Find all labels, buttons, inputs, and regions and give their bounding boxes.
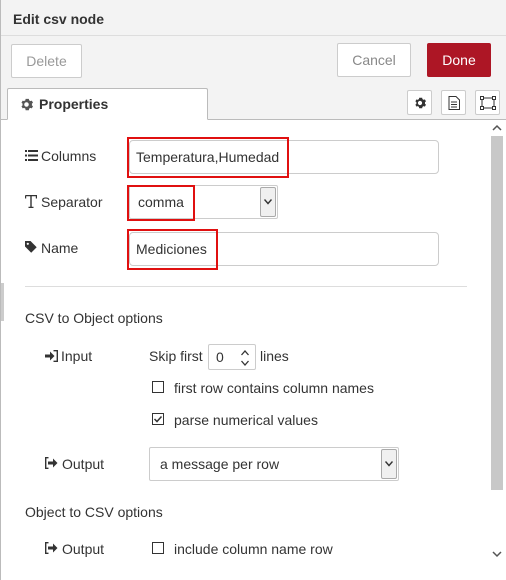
tab-properties[interactable]: Properties [7,88,208,120]
first-row-label: first row contains column names [174,380,374,396]
scrollbar[interactable] [489,120,503,565]
name-input[interactable]: Mediciones [129,232,439,266]
sign-out-icon [45,542,58,554]
output-value: a message per row [160,456,280,472]
sign-out-icon [45,457,58,469]
tab-properties-label: Properties [39,96,109,112]
tab-settings[interactable] [407,90,432,115]
separator-label: Separator [41,194,103,210]
scrollbar-thumb[interactable] [491,136,503,490]
done-button[interactable]: Done [427,43,491,77]
chevron-down-icon [264,199,272,205]
scroll-up-icon[interactable] [492,124,502,132]
list-icon [25,150,38,161]
tab-appearance[interactable] [475,90,500,115]
skip-lines-value: 0 [216,349,224,365]
skip-lines-spinner[interactable]: 0 [208,344,256,370]
tab-description[interactable] [441,90,466,115]
tag-icon [25,241,37,253]
input-label: Input [61,348,93,364]
separator-dropdown-toggle[interactable] [260,187,276,217]
output-select[interactable]: a message per row [149,447,399,481]
resize-handle[interactable] [1,283,4,321]
edit-node-tray: Edit csv node Delete Cancel Done Propert… [0,0,506,580]
text-format-icon [25,195,37,208]
name-label: Name [41,240,79,256]
lines-label: lines [260,348,289,364]
object-output-label: Output [62,541,105,557]
sign-in-icon [45,350,58,362]
include-header-label: include column name row [174,541,333,557]
cancel-button[interactable]: Cancel [337,43,411,77]
scroll-down-icon[interactable] [492,550,502,558]
columns-input[interactable]: Temperatura,Humedad [129,140,439,174]
parse-numerical-checkbox[interactable] [152,413,164,425]
spinner-down-icon[interactable] [241,360,249,366]
include-header-checkbox[interactable] [152,542,164,554]
document-icon [448,96,460,110]
first-row-checkbox[interactable] [152,381,164,393]
tray-header: Edit csv node [1,0,506,36]
tray-toolbar: Delete Cancel Done [1,36,506,88]
output-dropdown-toggle[interactable] [381,449,397,479]
node-appearance-icon [480,96,496,110]
output-label: Output [62,456,105,472]
csv-to-object-title: CSV to Object options [25,310,163,326]
tray-title: Edit csv node [13,11,105,27]
skip-first-label: Skip first [149,348,203,364]
chevron-down-icon [385,461,393,467]
object-to-csv-title: Object to CSV options [25,504,163,520]
checkmark-icon [153,415,163,423]
columns-label: Columns [41,148,97,164]
delete-button[interactable]: Delete [11,44,82,78]
tab-bar: Properties [1,88,506,120]
parse-numerical-label: parse numerical values [174,412,318,428]
gear-icon [415,97,426,109]
separator-select[interactable]: comma [129,185,278,219]
section-divider [25,286,467,287]
spinner-up-icon[interactable] [241,350,249,356]
separator-value: comma [138,194,184,210]
gear-icon [21,98,33,111]
